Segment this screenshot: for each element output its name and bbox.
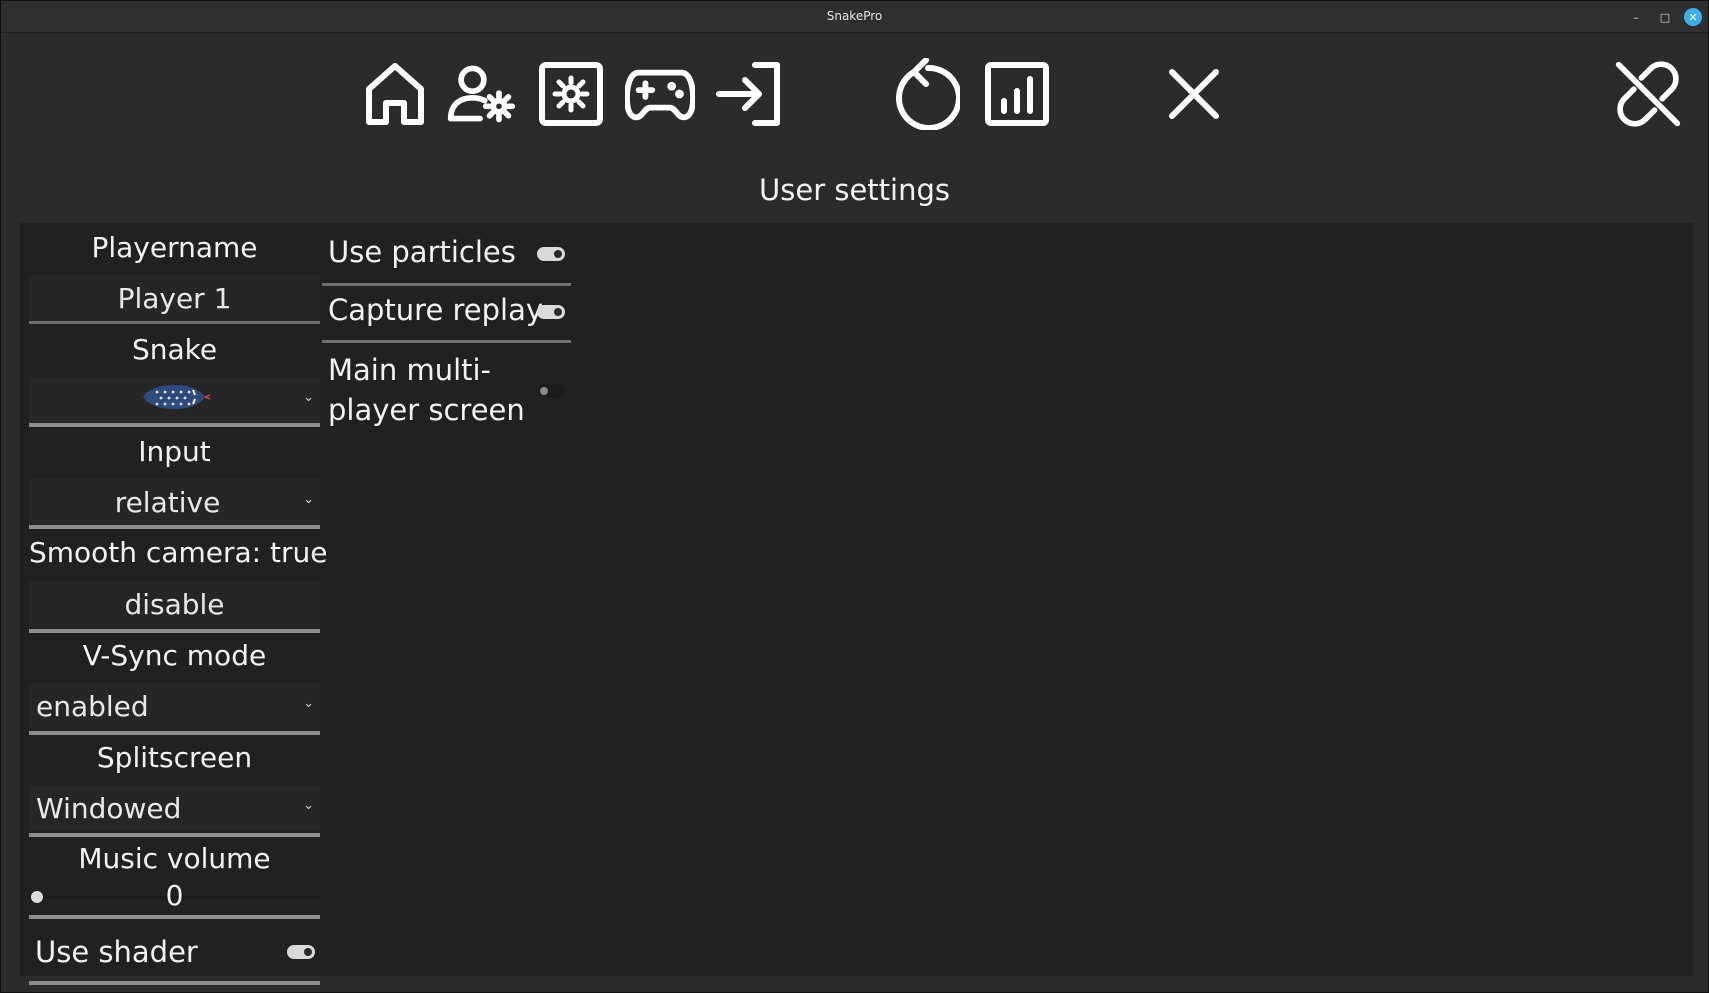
- disable-button-label: disable: [124, 587, 225, 621]
- divider: [29, 423, 320, 427]
- user-settings-icon[interactable]: [446, 59, 516, 129]
- playername-input[interactable]: Player 1: [29, 275, 320, 321]
- music-volume-label: Music volume: [78, 842, 271, 875]
- use-particles-toggle[interactable]: [537, 247, 565, 261]
- chevron-down-icon: ⌄: [303, 492, 314, 507]
- main-multiplayer-label-line1: Main multi-: [328, 353, 492, 387]
- main-multiplayer-option: Main multi- player screen: [322, 343, 571, 427]
- smooth-camera-label: Smooth camera: true: [29, 536, 328, 569]
- divider: [29, 915, 320, 919]
- divider: [29, 525, 320, 529]
- use-shader-toggle[interactable]: [287, 945, 315, 959]
- playername-value: Player 1: [117, 281, 232, 315]
- splitscreen-value: Windowed: [36, 791, 182, 825]
- stats-icon[interactable]: [982, 59, 1052, 129]
- snake-select[interactable]: ⌄: [29, 377, 320, 423]
- divider: [29, 321, 320, 324]
- title-bar: SnakePro – □ ✕: [1, 1, 1708, 33]
- vsync-label: V-Sync mode: [82, 639, 267, 672]
- restart-icon[interactable]: [891, 58, 961, 130]
- settings-icon[interactable]: [536, 59, 606, 129]
- input-select[interactable]: relative ⌄: [29, 479, 320, 525]
- use-particles-option: Use particles: [322, 223, 571, 286]
- playername-label: Playername: [91, 231, 258, 264]
- home-icon[interactable]: [360, 59, 430, 129]
- divider: [29, 629, 320, 633]
- gamepad-icon[interactable]: [625, 59, 695, 129]
- music-volume-slider[interactable]: 0: [29, 879, 320, 912]
- vsync-value: enabled: [36, 689, 149, 723]
- capture-replay-toggle[interactable]: [537, 305, 565, 319]
- main-multiplayer-label-line2: player screen: [328, 393, 525, 427]
- chevron-down-icon: ⌄: [303, 798, 314, 813]
- splitscreen-select[interactable]: Windowed ⌄: [29, 785, 320, 831]
- window-close-button[interactable]: ✕: [1684, 8, 1702, 26]
- page-title: User settings: [759, 173, 950, 207]
- divider: [29, 981, 320, 985]
- input-label: Input: [138, 435, 211, 468]
- minimize-button[interactable]: –: [1627, 8, 1645, 26]
- use-particles-label: Use particles: [328, 235, 516, 269]
- login-icon[interactable]: [714, 59, 784, 129]
- link-off-icon[interactable]: [1613, 59, 1683, 129]
- input-value: relative: [114, 485, 221, 519]
- splitscreen-label: Splitscreen: [96, 741, 253, 774]
- chevron-down-icon: ⌄: [303, 390, 314, 405]
- music-volume-value: 0: [165, 879, 184, 912]
- chevron-down-icon: ⌄: [303, 696, 314, 711]
- capture-replay-label: Capture replay: [328, 293, 544, 327]
- maximize-button[interactable]: □: [1656, 8, 1674, 26]
- capture-replay-option: Capture replay: [322, 285, 571, 343]
- snake-label: Snake: [131, 333, 218, 366]
- divider: [29, 833, 320, 837]
- snake-skin-icon: [139, 382, 211, 419]
- main-multiplayer-toggle[interactable]: [537, 384, 565, 398]
- vsync-select[interactable]: enabled ⌄: [29, 683, 320, 729]
- app-window: SnakePro – □ ✕ User settings Playername …: [0, 0, 1709, 993]
- smooth-camera-disable-button[interactable]: disable: [29, 581, 320, 627]
- divider: [29, 731, 320, 735]
- window-title: SnakePro: [826, 9, 883, 23]
- close-icon[interactable]: [1159, 59, 1229, 129]
- use-shader-label: Use shader: [35, 935, 198, 969]
